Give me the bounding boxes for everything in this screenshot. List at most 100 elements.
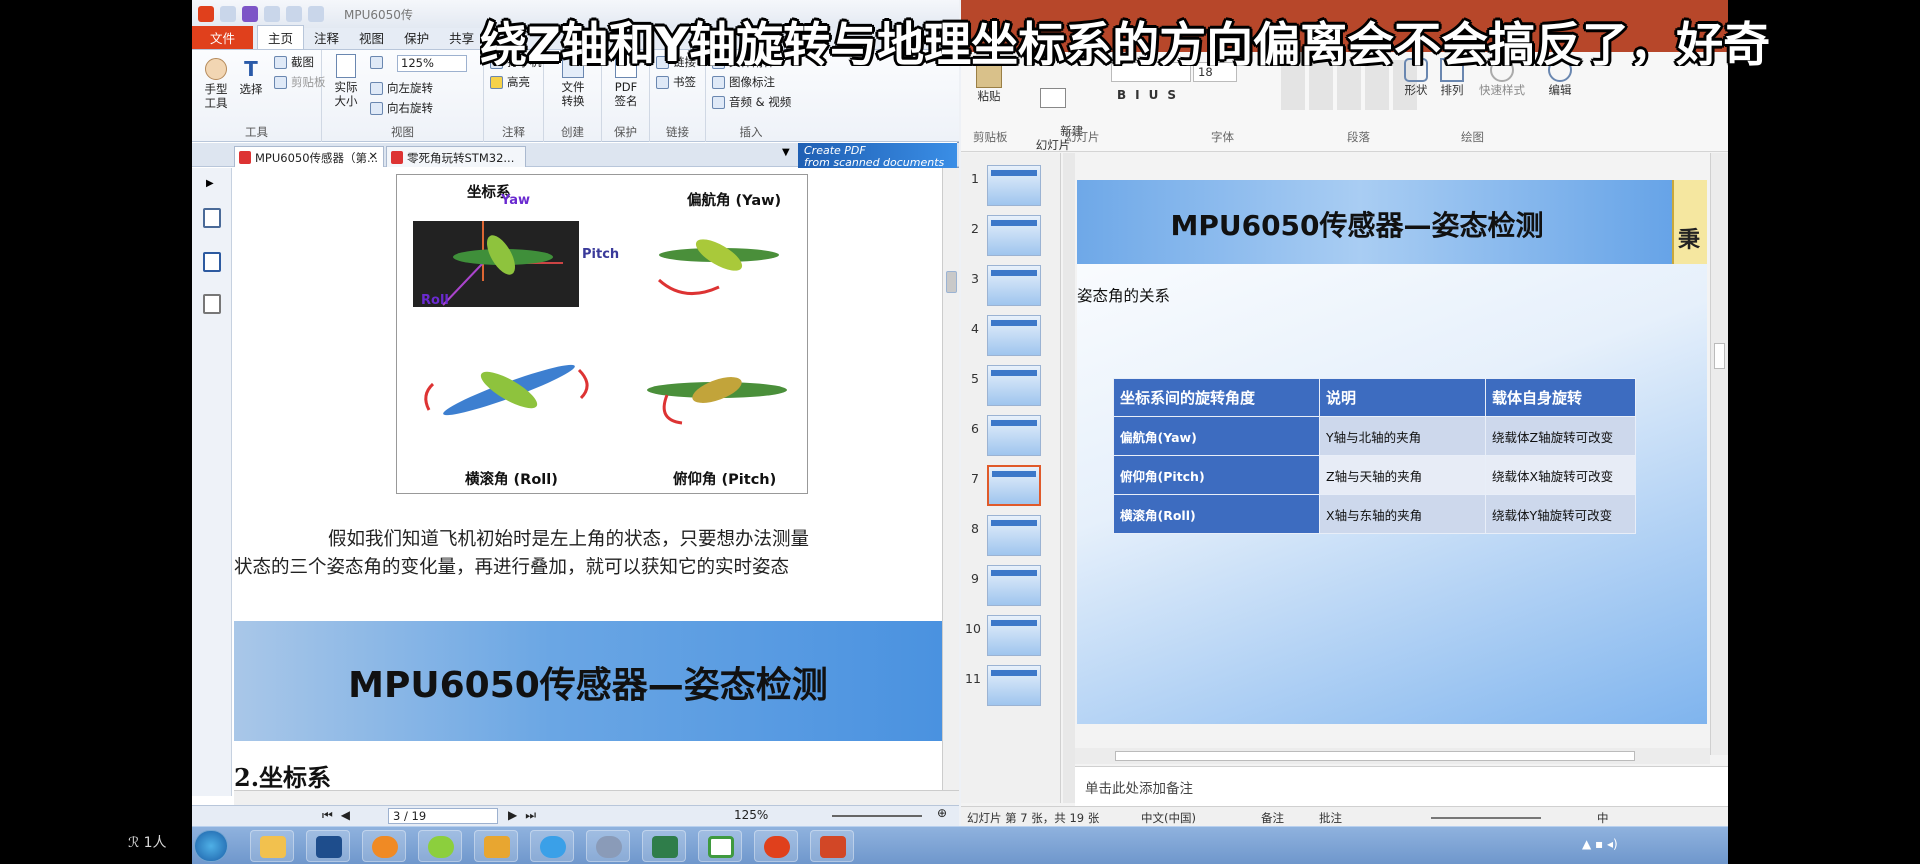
image-annotation-button[interactable]: 图像标注 <box>712 74 775 90</box>
tab-view[interactable]: 视图 <box>349 26 394 49</box>
webcam-icon[interactable] <box>586 830 630 862</box>
system-tray[interactable]: ▲ ▪ ◂) <box>1582 837 1618 851</box>
layers-icon[interactable] <box>203 252 221 272</box>
notes-pane[interactable]: 单击此处添加备注 <box>1075 766 1728 806</box>
thumb-number: 5 <box>971 371 979 386</box>
bookmark-button[interactable]: 书签 <box>656 74 696 90</box>
screenshot-button[interactable]: 截图 <box>274 54 314 70</box>
notes-toggle[interactable]: 备注 <box>1261 810 1284 826</box>
audio-video-button[interactable]: 音频 & 视频 <box>712 94 791 110</box>
page-number-input[interactable]: 3 / 19 <box>388 808 498 824</box>
expand-sidebar-icon[interactable]: ▶ <box>206 178 214 189</box>
close-tab-icon[interactable]: ✕ <box>368 149 378 163</box>
doc-tab-stm32[interactable]: 零死角玩转STM32... <box>386 146 526 167</box>
attitude-angle-table[interactable]: 坐标系间的旋转角度 说明 载体自身旋转 偏航角(Yaw) Y轴与北轴的夹角 绕载… <box>1113 378 1636 534</box>
scroll-thumb[interactable] <box>1714 343 1725 369</box>
camtasia-icon[interactable] <box>698 830 742 862</box>
new-slide-icon <box>1040 88 1066 108</box>
slide-thumbnail[interactable] <box>987 565 1041 606</box>
comments-icon[interactable] <box>203 294 221 314</box>
insert-group-label: 插入 <box>739 125 763 139</box>
actual-size-button[interactable]: 实际 大小 <box>330 54 362 108</box>
tab-comment[interactable]: 注释 <box>304 26 349 49</box>
zoom-in-icon[interactable]: ⊕ <box>937 806 947 820</box>
powershell-icon[interactable] <box>306 830 350 862</box>
new-slide-button[interactable]: 新建 幻灯片 <box>1031 60 1083 166</box>
pdf-horizontal-scrollbar[interactable] <box>234 790 959 805</box>
pdf-file-icon <box>391 151 403 164</box>
tab-protect[interactable]: 保护 <box>394 26 439 49</box>
slide-horizontal-scrollbar[interactable] <box>1075 748 1710 764</box>
ad-banner[interactable]: Create PDF from scanned documents <box>798 143 957 171</box>
rotate-right-button[interactable]: 向右旋转 <box>370 100 433 116</box>
viewer-count: ℛ 1人 <box>128 832 167 852</box>
scroll-thumb[interactable] <box>946 271 957 293</box>
app-logo-icon <box>198 6 214 22</box>
slide-thumbnail[interactable] <box>987 415 1041 456</box>
slide-thumbnail[interactable] <box>987 665 1041 706</box>
tab-list-dropdown-icon[interactable]: ▼ <box>782 147 790 158</box>
pdf-page-view[interactable]: 坐标系 偏航角 (Yaw) Yaw Pitch Roll 横滚角 (Roll) … <box>234 168 942 790</box>
page-nav-next-buttons[interactable]: ▶⏭ <box>508 808 544 823</box>
slide-thumbnail[interactable] <box>987 165 1041 206</box>
start-orb-icon[interactable] <box>194 830 228 862</box>
slide-thumbnail[interactable] <box>987 215 1041 256</box>
zoom-slider[interactable] <box>832 815 922 817</box>
comments-toggle[interactable]: 批注 <box>1319 810 1342 826</box>
select-button[interactable]: T 选择 <box>236 58 266 96</box>
hand-tool-button[interactable]: 手型 工具 <box>200 58 232 110</box>
page-thumbnails-icon[interactable] <box>203 208 221 228</box>
print-icon[interactable] <box>264 6 280 22</box>
browser-green-icon[interactable] <box>418 830 462 862</box>
save-icon[interactable] <box>242 6 258 22</box>
redo-icon[interactable] <box>308 6 324 22</box>
slide-thumbnail-selected[interactable] <box>987 465 1041 506</box>
tab-home[interactable]: 主页 <box>257 25 305 49</box>
clipboard-button[interactable]: 剪贴板 <box>274 74 326 90</box>
thumb-number: 6 <box>971 421 979 436</box>
thumb-number: 10 <box>965 621 981 636</box>
ime-indicator[interactable]: 中 <box>1597 810 1609 826</box>
explorer-icon[interactable] <box>250 830 294 862</box>
thumbnail-scrollbar[interactable] <box>1063 153 1075 803</box>
fire-app-icon[interactable] <box>474 830 518 862</box>
ribbon-group-tools: 手型 工具 T 选择 截图 剪贴板 工具 <box>192 50 326 142</box>
powerpoint-icon[interactable] <box>810 830 854 862</box>
slide-title: MPU6050传感器—姿态检测 <box>1170 209 1544 242</box>
slide-canvas[interactable]: MPU6050传感器—姿态检测 秉 姿态角的关系 坐标系间的旋转角度 说明 载体… <box>1077 180 1707 724</box>
slide-vertical-scrollbar[interactable] <box>1710 153 1728 755</box>
paste-button[interactable]: 粘贴 <box>969 60 1009 104</box>
firefox-icon[interactable] <box>362 830 406 862</box>
clipboard-group-label: 剪贴板 <box>973 130 1008 144</box>
slide-thumbnail[interactable] <box>987 265 1041 306</box>
scroll-thumb[interactable] <box>1115 751 1635 761</box>
tab-share[interactable]: 共享 <box>439 26 484 49</box>
paragraph-line-2: 状态的三个姿态角的变化量，再进行叠加，就可以获知它的实时姿态 <box>234 557 790 578</box>
clipboard-icon <box>274 75 287 89</box>
ppt-zoom-slider[interactable] <box>1431 817 1541 819</box>
slide-thumbnail[interactable] <box>987 315 1041 356</box>
rotate-left-icon <box>370 81 383 95</box>
undo-icon[interactable] <box>286 6 302 22</box>
highlight-button[interactable]: 高亮 <box>490 74 530 90</box>
slide-thumbnail[interactable] <box>987 615 1041 656</box>
qq-browser-icon[interactable] <box>530 830 574 862</box>
banner-title: MPU6050传感器—姿态检测 <box>348 665 828 706</box>
slide-thumbnail[interactable] <box>987 515 1041 556</box>
language-indicator: 中文(中国) <box>1141 811 1196 825</box>
zoom-combobox[interactable]: 125% <box>397 55 467 72</box>
presentation-app-icon[interactable] <box>642 830 686 862</box>
open-icon[interactable] <box>220 6 236 22</box>
pdf-vertical-scrollbar[interactable] <box>942 168 959 790</box>
doc-tab-mpu6050[interactable]: MPU6050传感器（第... ✕ <box>234 146 384 167</box>
font-format-buttons[interactable]: BIUS <box>1117 88 1185 102</box>
annotate-group-label: 注释 <box>502 125 525 139</box>
window-title: MPU6050传 <box>344 7 413 22</box>
zoom-out-icon[interactable] <box>370 56 383 69</box>
page-nav-buttons[interactable]: ⏮◀ <box>322 808 358 823</box>
rotate-left-button[interactable]: 向左旋转 <box>370 80 433 96</box>
slide-thumbnail[interactable] <box>987 365 1041 406</box>
tab-file[interactable]: 文件 <box>192 26 254 49</box>
foxit-reader-icon[interactable] <box>754 830 798 862</box>
paragraph-buttons[interactable] <box>1281 60 1421 110</box>
